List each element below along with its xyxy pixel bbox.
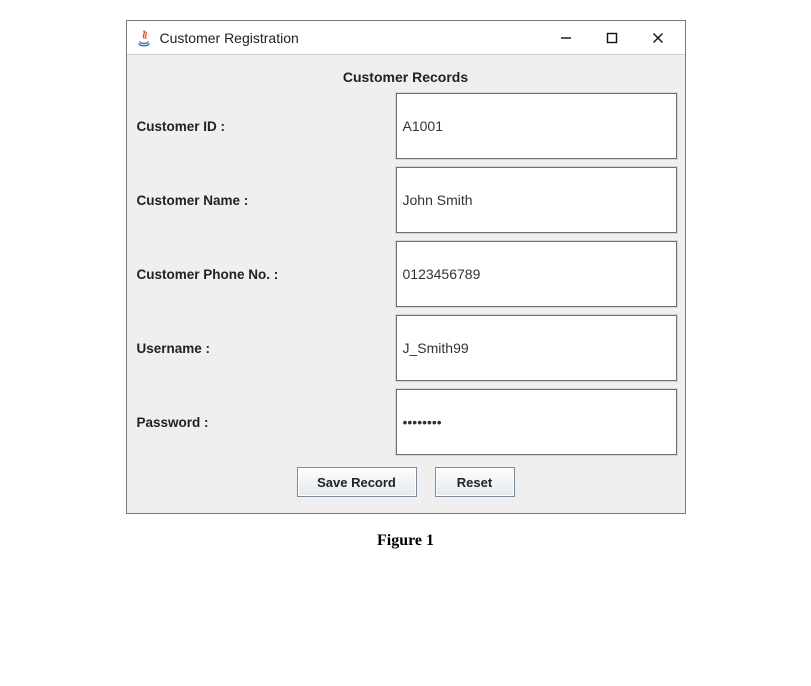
username-input[interactable]: J_Smith99 [396,315,677,381]
form-title: Customer Records [133,63,679,93]
save-record-button[interactable]: Save Record [297,467,417,497]
customer-registration-window: Customer Registration Customer Records C… [126,20,686,514]
customer-id-label: Customer ID : [135,119,390,134]
form-panel: Customer Records Customer ID : A1001 Cus… [127,55,685,513]
window-titlebar: Customer Registration [127,21,685,55]
figure-caption: Figure 1 [377,532,434,550]
maximize-button[interactable] [589,21,635,55]
customer-phone-label: Customer Phone No. : [135,267,390,282]
username-label: Username : [135,341,390,356]
password-label: Password : [135,415,390,430]
close-button[interactable] [635,21,681,55]
customer-name-input[interactable]: John Smith [396,167,677,233]
button-row: Save Record Reset [133,455,679,503]
password-input[interactable]: •••••••• [396,389,677,455]
window-controls [543,21,681,55]
window-title: Customer Registration [160,30,543,46]
customer-phone-input[interactable]: 0123456789 [396,241,677,307]
form-grid: Customer ID : A1001 Customer Name : John… [133,93,679,455]
java-icon [135,29,153,47]
minimize-button[interactable] [543,21,589,55]
reset-button[interactable]: Reset [435,467,515,497]
customer-id-input[interactable]: A1001 [396,93,677,159]
customer-name-label: Customer Name : [135,193,390,208]
